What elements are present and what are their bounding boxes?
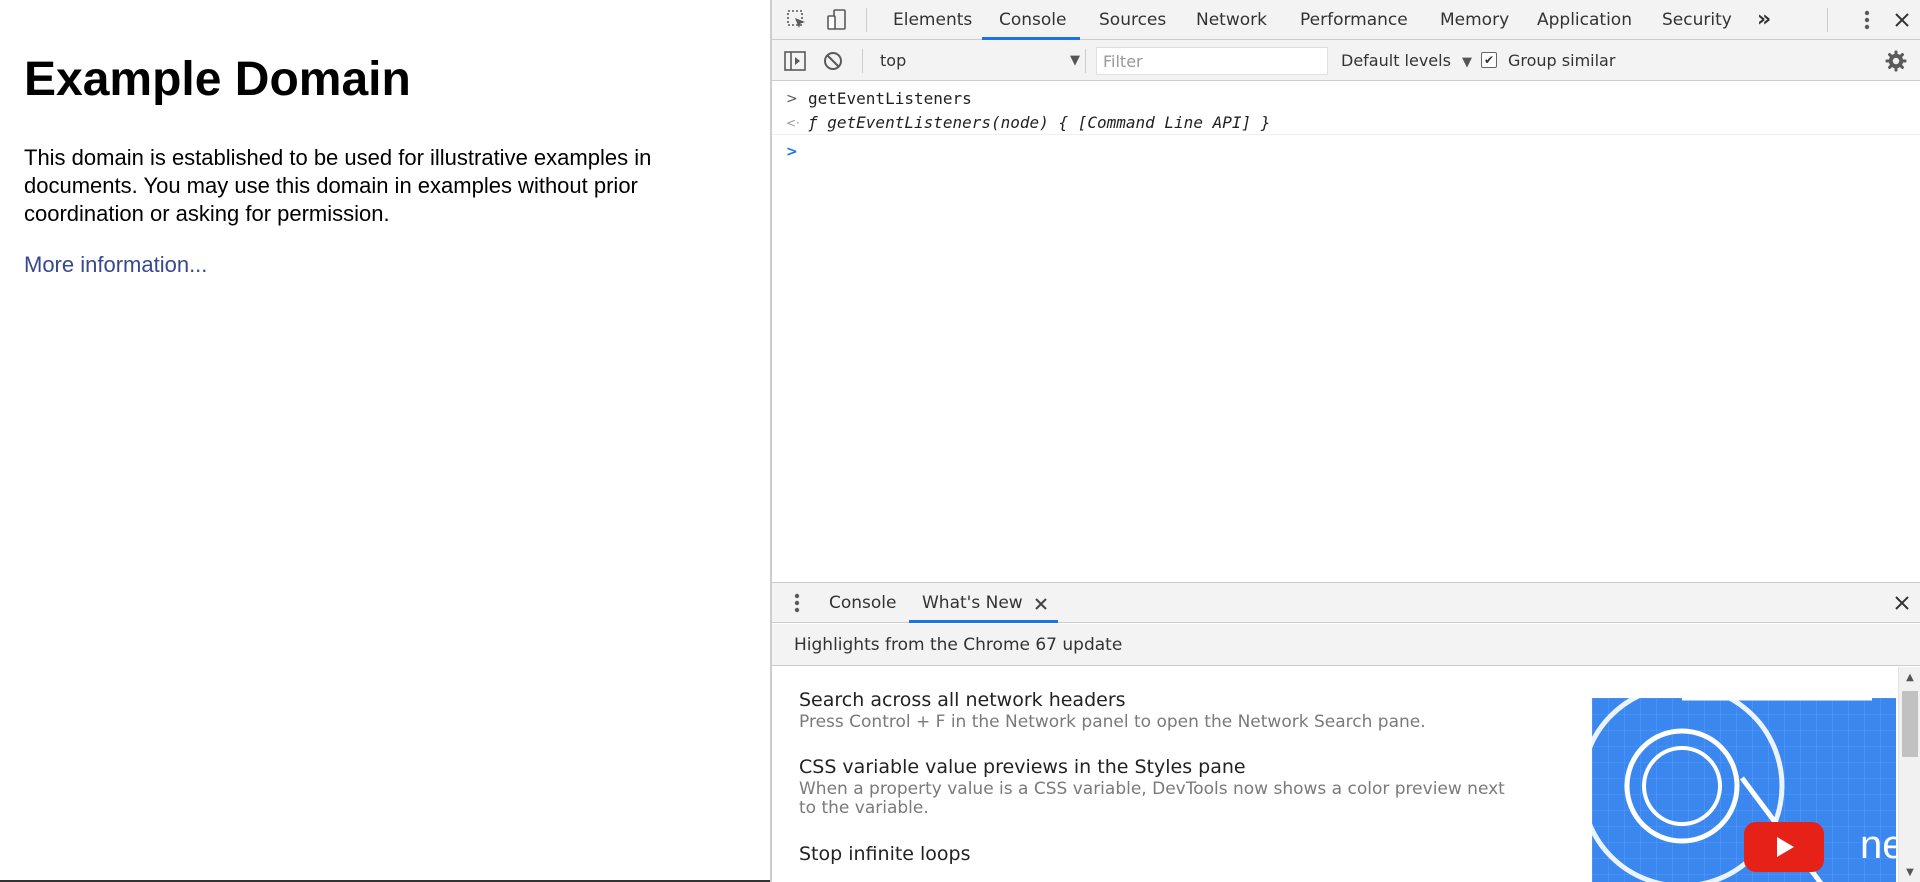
console-input-line: > getEventListeners [772,87,1920,111]
drawer-tab-active-indicator [909,620,1058,623]
web-page: Example Domain This domain is establishe… [0,0,770,882]
scroll-thumb[interactable] [1902,691,1918,757]
devtools-panel: Elements Console Sources Network Perform… [770,0,1920,882]
thumbnail-caption: ne [1860,823,1896,867]
tab-network[interactable]: Network [1196,0,1267,40]
scroll-up-icon[interactable]: ▲ [1899,669,1920,687]
console-input-text: getEventListeners [808,89,972,108]
whats-new-item-desc: Press Control + F in the Network panel t… [799,712,1426,732]
drawer-panel: Console What's New Highlights from the C… [772,582,1920,882]
filter-field[interactable] [1096,47,1328,75]
whats-new-item[interactable]: CSS variable value previews in the Style… [799,754,1519,818]
whats-new-item[interactable]: Search across all network headers Press … [799,687,1519,732]
drawer-tab-console[interactable]: Console [829,583,897,623]
main-tab-bar: Elements Console Sources Network Perform… [772,0,1920,40]
prompt-chevron-icon: > [786,144,798,160]
filter-input[interactable] [1097,48,1327,74]
whats-new-item-title: CSS variable value previews in the Style… [799,756,1246,778]
scroll-down-icon[interactable]: ▼ [1899,864,1920,882]
log-levels-label: Default levels [1341,51,1451,70]
tab-memory[interactable]: Memory [1440,0,1509,40]
inspect-icon[interactable] [785,8,809,32]
tab-security[interactable]: Security [1662,0,1732,40]
console-output[interactable]: > getEventListeners <· ƒ getEventListene… [772,82,1920,582]
more-tabs-icon[interactable]: » [1757,0,1771,40]
settings-gear-icon[interactable] [1884,49,1908,73]
drawer-menu-icon[interactable] [785,591,809,615]
tab-application[interactable]: Application [1537,0,1632,40]
drawer-tab-whats-new[interactable]: What's New [922,583,1023,623]
console-result-text[interactable]: ƒ getEventListeners(node) { [Command Lin… [808,111,1270,135]
whats-new-content: Search across all network headers Press … [772,667,1898,882]
console-toolbar: top ▼ Default levels ▼ ✔ Group similar [772,40,1920,81]
whats-new-item-desc: When a property value is a CSS variable,… [799,779,1505,818]
tab-close-icon[interactable] [1029,592,1053,616]
toolbar-divider [866,8,867,32]
toolbar-divider [862,49,863,73]
checkbox-checked-icon[interactable]: ✔ [1481,52,1497,68]
more-information-link[interactable]: More information... [24,251,207,279]
dropdown-arrow-icon: ▼ [1462,55,1473,70]
clear-console-icon[interactable] [821,49,845,73]
whats-new-item-title: Search across all network headers [799,689,1126,711]
tab-sources[interactable]: Sources [1099,0,1166,40]
whats-new-scrollbar[interactable]: ▲ ▼ [1898,667,1920,882]
device-toggle-icon[interactable] [825,8,849,32]
kebab-menu-icon[interactable] [1855,8,1879,32]
tab-console[interactable]: Console [999,0,1067,40]
whats-new-header: Highlights from the Chrome 67 update [772,624,1920,666]
toolbar-divider [1827,8,1828,32]
log-levels-dropdown[interactable]: Default levels ▼ [1341,40,1472,81]
sidebar-toggle-icon[interactable] [783,49,807,73]
tab-performance[interactable]: Performance [1300,0,1408,40]
tab-elements[interactable]: Elements [893,0,972,40]
context-value: top [880,51,907,70]
console-result-line[interactable]: <· ƒ getEventListeners(node) { [Command … [772,111,1920,135]
context-selector[interactable]: top ▼ [880,40,1090,81]
whats-new-video-thumbnail[interactable]: ne [1592,698,1896,882]
page-heading: Example Domain [24,53,411,106]
drawer-tab-bar: Console What's New [772,583,1920,623]
whats-new-item-title: Stop infinite loops [799,843,971,865]
dropdown-arrow-icon: ▼ [1070,53,1080,68]
console-prompt-line[interactable]: > [772,140,1920,164]
group-similar-label[interactable]: Group similar [1508,40,1615,81]
toolbar-divider [1085,49,1086,73]
close-icon[interactable] [1890,8,1914,32]
play-button-icon[interactable] [1744,822,1824,872]
input-chevron-icon: > [786,91,798,107]
close-icon[interactable] [1890,591,1914,615]
page-paragraph: This domain is established to be used fo… [24,145,652,226]
result-arrow-icon: <· [786,116,800,130]
whats-new-item[interactable]: Stop infinite loops [799,841,1519,867]
whats-new-heading: Highlights from the Chrome 67 update [794,635,1123,655]
